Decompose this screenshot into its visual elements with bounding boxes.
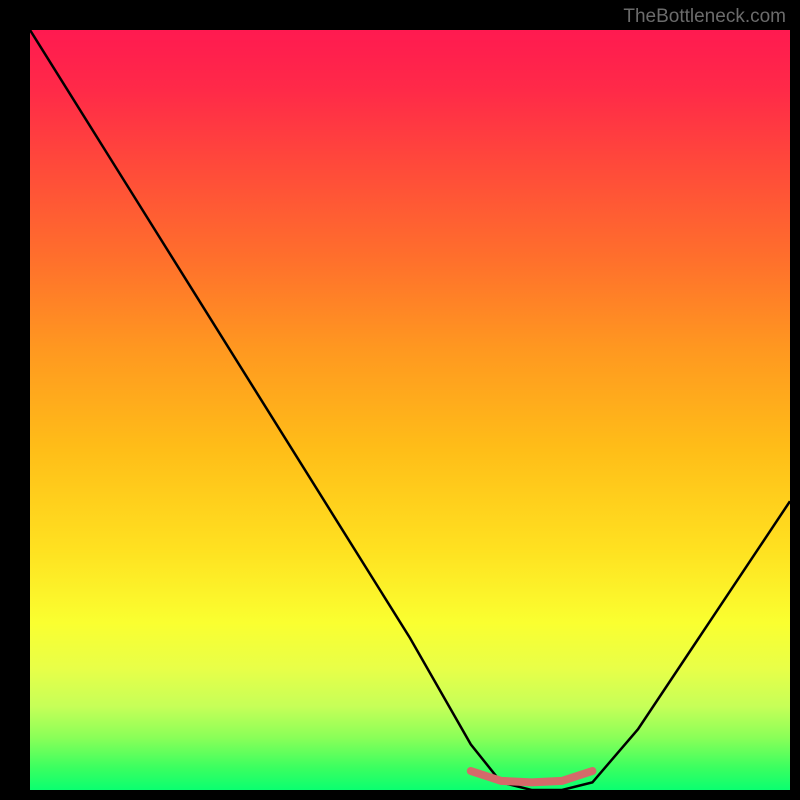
- main-curve: [30, 30, 790, 790]
- watermark-text: TheBottleneck.com: [623, 6, 786, 28]
- chart-svg: [30, 30, 790, 790]
- bottom-highlight: [471, 771, 593, 782]
- plot-area: [30, 30, 790, 790]
